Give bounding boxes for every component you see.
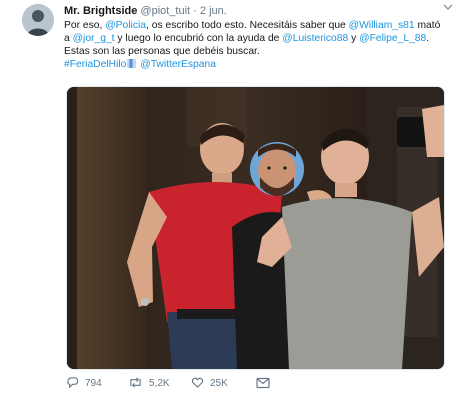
retweet-count: 5,2K <box>149 378 170 389</box>
author-name[interactable]: Mr. Brightside <box>64 5 137 17</box>
tweet-text-line-1: Por eso, @Policia, os escribo todo esto.… <box>64 19 456 32</box>
tweet-text-line-3: Estas son las personas que debéis buscar… <box>64 46 260 57</box>
reply-button[interactable]: 794 <box>66 376 102 392</box>
text-segment: y <box>348 33 360 44</box>
mention-link[interactable]: @Felipe_L_88 <box>359 33 426 44</box>
tweet-actions: 794 5,2K 25K <box>66 376 366 392</box>
tweet-header: Mr. Brightside @piot_tuit · 2 jun. <box>64 4 227 18</box>
text-segment: . <box>426 33 430 44</box>
author-handle[interactable]: @piot_tuit <box>140 5 190 17</box>
heart-icon <box>191 376 204 392</box>
mention-link[interactable]: @Luisterico88 <box>282 33 348 44</box>
tweet-date[interactable]: 2 jun. <box>200 5 227 17</box>
like-count: 25K <box>210 378 228 389</box>
hashtag-link[interactable]: #FeriaDelHilo <box>64 59 126 70</box>
text-segment: mató <box>414 20 441 31</box>
tweet-text: Por eso, @Policia, os escribo todo esto.… <box>64 19 456 71</box>
envelope-icon <box>256 377 270 392</box>
tweet-text-line-2: a @jor_g_t y luego lo encubrió con la ay… <box>64 32 456 45</box>
tweet-text-line-4: #FeriaDelHilo @TwitterEspana <box>64 58 456 71</box>
mention-link[interactable]: @TwitterEspana <box>140 59 216 70</box>
mention-link[interactable]: @jor_g_t <box>73 33 115 44</box>
chevron-down-icon[interactable] <box>441 2 455 16</box>
mention-link[interactable]: @Policia <box>105 20 146 31</box>
mention-link[interactable]: @William_s81 <box>349 20 415 31</box>
avatar[interactable] <box>22 4 54 36</box>
retweet-button[interactable]: 5,2K <box>128 376 170 392</box>
text-segment: Por eso, <box>64 20 106 31</box>
separator-dot: · <box>193 5 197 17</box>
flag-emoji-icon <box>127 59 137 68</box>
tweet-photo[interactable] <box>66 86 445 370</box>
text-segment: , os escribo todo esto. Necesitáis saber… <box>146 20 349 31</box>
photo-illustration <box>67 87 444 369</box>
reply-icon <box>66 376 79 392</box>
like-button[interactable]: 25K <box>191 376 228 392</box>
retweet-icon <box>128 376 143 392</box>
reply-count: 794 <box>85 378 102 389</box>
text-segment: a <box>64 33 73 44</box>
direct-message-button[interactable] <box>256 376 276 392</box>
text-segment: y luego lo encubrió con la ayuda de <box>114 33 283 44</box>
tweet-card[interactable]: Mr. Brightside @piot_tuit · 2 jun. Por e… <box>0 0 461 403</box>
